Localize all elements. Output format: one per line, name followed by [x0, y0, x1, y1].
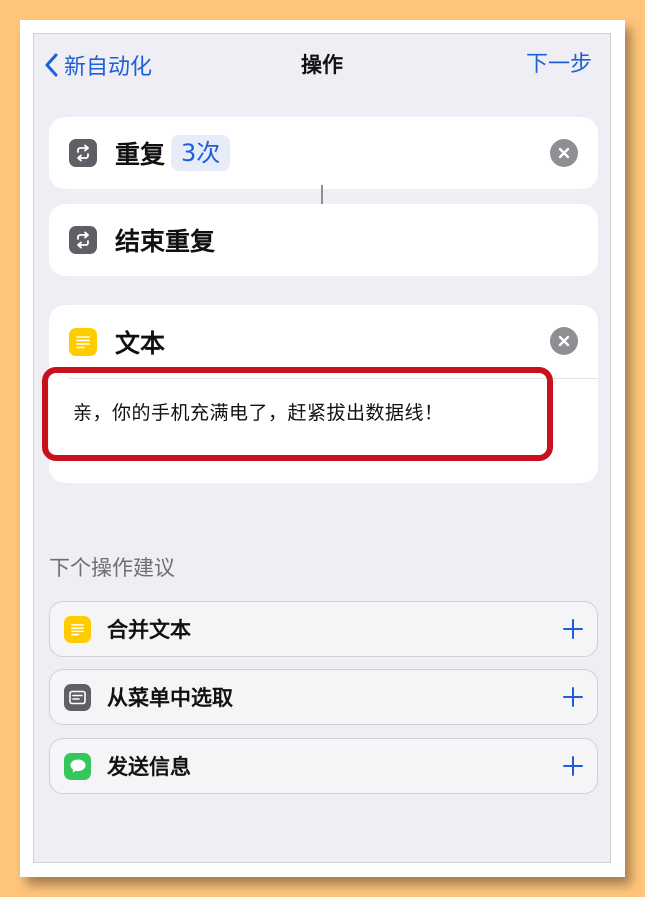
repeat-connector-line	[321, 185, 323, 205]
close-icon	[558, 335, 570, 347]
shortcuts-screen: 新自动化 操作 下一步 重复 3次 结束重复 文本 亲，你的手机充满电了，赶紧拔…	[33, 33, 611, 863]
suggestion-label: 从菜单中选取	[107, 686, 233, 710]
suggestion-choose-from-menu[interactable]: 从菜单中选取	[49, 669, 598, 725]
remove-text-button[interactable]	[550, 327, 578, 355]
end-repeat-label: 结束重复	[115, 227, 216, 256]
text-label: 文本	[115, 328, 166, 358]
repeat-icon	[69, 226, 97, 254]
next-button[interactable]: 下一步	[526, 50, 592, 80]
repeat-count-param[interactable]: 3次	[171, 135, 231, 171]
text-icon	[69, 327, 97, 356]
plus-icon[interactable]	[561, 685, 585, 709]
suggestion-label: 发送信息	[107, 755, 191, 779]
plus-icon[interactable]	[561, 754, 585, 778]
repeat-icon	[69, 139, 97, 167]
page-title: 操作	[301, 53, 343, 77]
suggestion-label: 合并文本	[107, 618, 191, 642]
suggestion-combine-text[interactable]: 合并文本	[49, 601, 598, 657]
suggestions-title: 下个操作建议	[49, 556, 175, 580]
messages-icon	[64, 752, 91, 780]
menu-icon	[64, 683, 91, 711]
close-icon	[558, 147, 570, 159]
end-repeat-action-card[interactable]: 结束重复	[49, 204, 598, 276]
text-content-field[interactable]: 亲，你的手机充满电了，赶紧拔出数据线！	[73, 398, 444, 425]
remove-repeat-button[interactable]	[550, 139, 578, 167]
repeat-label: 重复	[115, 140, 166, 169]
text-icon	[64, 615, 91, 643]
divider	[69, 378, 598, 379]
repeat-action-card[interactable]: 重复 3次	[49, 117, 598, 189]
plus-icon[interactable]	[561, 617, 585, 641]
suggestion-send-message[interactable]: 发送信息	[49, 738, 598, 794]
text-action-card[interactable]: 文本 亲，你的手机充满电了，赶紧拔出数据线！	[49, 305, 598, 483]
